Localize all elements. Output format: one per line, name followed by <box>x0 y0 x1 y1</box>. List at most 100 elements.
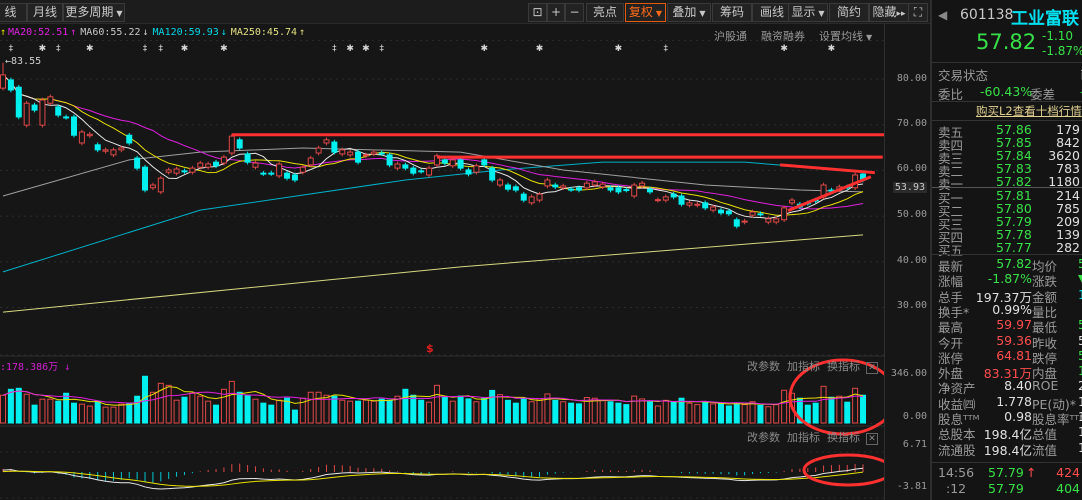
l2-upgrade-link[interactable]: 购买L2查看十档行情 <box>976 103 1082 119</box>
dividend-marker: $ <box>426 342 434 355</box>
stat-row: 收益㈣1.778PE(动)*1 <box>938 394 1082 412</box>
edit-params-button[interactable]: 改参数 <box>747 360 780 373</box>
candle <box>449 159 456 167</box>
volume-bar <box>307 391 314 424</box>
volume-bar <box>213 404 220 424</box>
candle <box>757 213 764 216</box>
volume-bar <box>520 397 527 424</box>
candle <box>236 139 243 149</box>
add-indicator-button[interactable]: 加指标 <box>787 431 820 444</box>
stat-value: 198.4亿 <box>983 442 1032 458</box>
stat-value: 59.36 <box>996 332 1032 348</box>
candle <box>591 181 598 186</box>
volume-bar <box>362 399 369 424</box>
candle <box>733 219 740 227</box>
back-arrow-icon[interactable]: ◀ <box>938 8 947 22</box>
stat-value: 64.81 <box>996 347 1032 363</box>
candle <box>134 157 141 169</box>
volume-bar <box>670 401 677 424</box>
edit-params-button[interactable]: 改参数 <box>747 431 780 444</box>
candle <box>789 199 795 204</box>
stat-value: 5 <box>1078 256 1082 271</box>
event-marker: ‡ <box>159 44 164 54</box>
event-marker: ✱ <box>39 44 47 54</box>
volume-bar <box>418 399 425 424</box>
bid-price: 57.77 <box>996 240 1032 255</box>
volume-bar <box>7 388 14 424</box>
close-icon[interactable]: ✕ <box>866 362 878 374</box>
volume-bar <box>347 400 354 424</box>
switch-indicator-button[interactable]: 换指标 <box>827 431 860 444</box>
event-marker: ✱ <box>780 44 788 54</box>
volume-bar <box>591 397 598 424</box>
volume-bar <box>433 384 440 424</box>
volume-bar <box>639 398 646 424</box>
event-marker: ✱ <box>536 44 544 54</box>
volume-bar <box>291 409 298 424</box>
candle <box>544 179 551 187</box>
volume-bar <box>481 397 488 424</box>
add-indicator-button[interactable]: 加指标 <box>787 360 820 373</box>
candle <box>173 168 180 174</box>
stat-value: -1.87% <box>987 271 1032 287</box>
event-marker: ✱ <box>86 44 94 54</box>
volume-ma10-line <box>2 390 864 405</box>
stat-row: 涨幅-1.87%涨跌▼ <box>938 271 1082 289</box>
fullscreen-button[interactable]: ⛶ <box>908 3 928 22</box>
candle <box>749 211 756 216</box>
candle <box>189 167 196 173</box>
candle <box>497 179 504 186</box>
volume-bar <box>86 405 93 424</box>
volume-bar <box>173 399 180 424</box>
stat-row: 流通股 198.4亿流值 1.15 <box>938 440 1082 458</box>
volume-bar <box>552 399 559 424</box>
kline-chart[interactable]: ‡ ✱ ‡ ✱ ‡ ‡ ✱ ✱ ‡ ✱ ✱ ‡ ✱ ✱ ✱ ‡ ✱ ✱ ←83.55 $ <box>0 0 884 500</box>
volume-bar <box>244 394 251 424</box>
volume-bar <box>607 401 614 424</box>
stat-value: 21 <box>1078 378 1082 393</box>
axis-tick: 30.00 <box>896 300 927 311</box>
bid-volume: 282 <box>1056 240 1080 255</box>
stat-row: 外盘83.31万内盘114 <box>938 363 1082 381</box>
stat-row: 最新57.82均价5 <box>938 256 1082 274</box>
volume-bar <box>615 402 622 424</box>
volume-bar <box>449 400 456 424</box>
candle <box>71 116 78 136</box>
stat-label: ROE <box>1032 378 1059 394</box>
volume-bar <box>465 398 472 424</box>
trend-line <box>780 163 875 175</box>
close-icon[interactable]: ✕ <box>866 433 878 445</box>
volume-bar <box>63 392 70 424</box>
volume-bar <box>528 401 535 424</box>
stat-row: 总手197.37万金额115 <box>938 287 1082 305</box>
candle <box>126 134 133 144</box>
volume-bar <box>441 396 448 424</box>
volume-bar <box>686 402 693 424</box>
tick-row: :12 57.79 404 <box>938 481 1082 497</box>
candle <box>410 167 417 174</box>
candle <box>607 187 614 191</box>
event-marker: ‡ <box>9 44 14 54</box>
volume-bar <box>741 404 748 424</box>
tick-volume: 424 <box>1056 465 1080 480</box>
candle <box>386 154 393 166</box>
volume-bar <box>378 398 385 424</box>
candle <box>307 157 314 166</box>
candle <box>465 169 472 175</box>
volume-bar <box>228 380 235 424</box>
candle <box>23 102 30 126</box>
candle <box>252 162 259 168</box>
candle <box>639 182 646 187</box>
switch-indicator-button[interactable]: 换指标 <box>827 360 860 373</box>
candle <box>7 79 14 91</box>
stat-value: 5 <box>1078 317 1082 332</box>
event-marker: ‡ <box>379 44 384 54</box>
volume-bar <box>662 399 669 424</box>
stat-value: 1.15 <box>1078 440 1082 455</box>
volume-bar <box>149 391 156 424</box>
stat-value: 8.40 <box>1004 378 1032 394</box>
stat-row: 今开59.36昨收5 <box>938 332 1082 351</box>
candle <box>741 220 748 223</box>
ratio-value: -60.43% <box>980 84 1033 99</box>
stat-value: 1 <box>1078 394 1082 409</box>
